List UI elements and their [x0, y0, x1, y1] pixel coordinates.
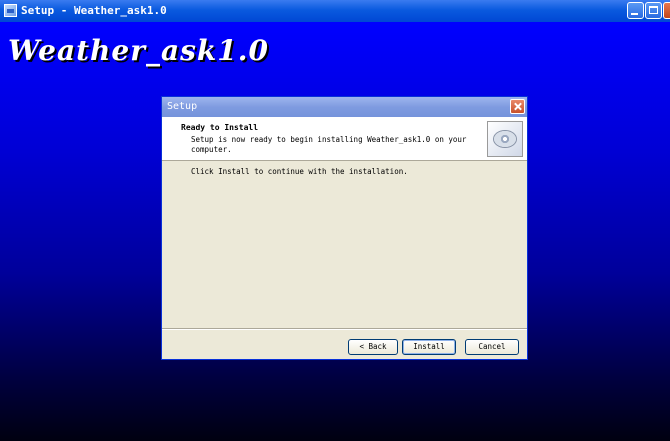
cancel-button[interactable]: Cancel	[465, 339, 519, 355]
dialog-titlebar[interactable]: Setup	[162, 97, 527, 117]
dialog-subtext: Setup is now ready to begin installing W…	[191, 135, 467, 154]
setup-dialog: Setup Ready to Install Setup is now read…	[161, 96, 528, 360]
close-icon[interactable]	[663, 2, 670, 19]
install-button[interactable]: Install	[402, 339, 456, 355]
dialog-title: Setup	[167, 101, 198, 112]
dialog-body-text: Click Install to continue with the insta…	[191, 167, 408, 176]
window-titlebar[interactable]: Setup - Weather_ask1.0	[0, 0, 670, 23]
banner-title: Weather_ask1.0	[8, 34, 269, 67]
minimize-icon[interactable]	[627, 2, 644, 19]
dialog-close-icon[interactable]	[510, 99, 525, 114]
maximize-icon[interactable]	[645, 2, 662, 19]
dialog-heading: Ready to Install	[181, 123, 259, 132]
cd-disc-icon	[487, 121, 523, 157]
setup-app-icon[interactable]	[4, 4, 17, 17]
dialog-header: Ready to Install Setup is now ready to b…	[162, 117, 527, 161]
dialog-separator	[162, 328, 527, 330]
window-title: Setup - Weather_ask1.0	[21, 4, 167, 17]
back-button[interactable]: < Back	[348, 339, 398, 355]
